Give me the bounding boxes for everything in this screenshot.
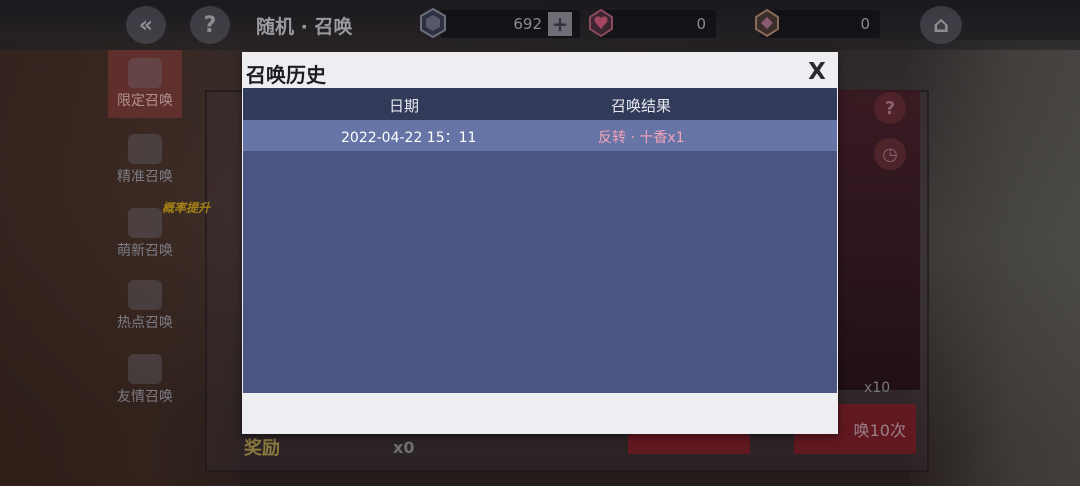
help-circle-icon[interactable]: ? xyxy=(874,92,906,124)
sidebar-item-limited[interactable]: 限定召唤 xyxy=(108,50,182,118)
scroll-icon xyxy=(128,208,162,238)
back-chevron-icon[interactable]: « xyxy=(126,6,166,44)
crystal-icon xyxy=(420,8,446,38)
close-icon: X xyxy=(808,59,826,85)
page-title: 随机 · 召唤 xyxy=(256,16,353,38)
sidebar-item-hot[interactable]: 热点召唤 xyxy=(108,272,182,340)
dialog-title: 召唤历史 xyxy=(246,63,326,87)
close-button[interactable]: X xyxy=(804,58,830,86)
coin-value: 0 xyxy=(860,15,870,33)
heart-value: 0 xyxy=(696,15,706,33)
home-icon[interactable]: ⌂ xyxy=(920,6,962,44)
sword-icon xyxy=(128,280,162,310)
column-header-result: 召唤结果 xyxy=(611,97,672,115)
plus-label: + xyxy=(551,12,569,36)
sidebar-item-label: 萌新召唤 xyxy=(117,243,173,259)
history-table: 日期 召唤结果 2022-04-22 15：11 反转 · 十香x1 xyxy=(243,88,837,393)
sidebar-item-precise[interactable]: 精准召唤 xyxy=(108,126,182,194)
heart-resource: 0 xyxy=(598,10,716,38)
sidebar-item-label: 精准召唤 xyxy=(117,169,173,185)
help-button[interactable]: ? xyxy=(190,6,230,44)
coin-gem-icon xyxy=(755,8,779,38)
sidebar-item-label: 热点召唤 xyxy=(117,315,173,331)
table-header: 日期 召唤结果 xyxy=(243,88,837,120)
hexagon-icon xyxy=(128,58,162,88)
sidebar-item-friendship[interactable]: 友情召唤 xyxy=(108,346,182,414)
crystal-value: 692 xyxy=(513,15,542,33)
ticket-count: x10 xyxy=(864,380,891,396)
table-row: 2022-04-22 15：11 反转 · 十香x1 xyxy=(243,120,837,151)
help-label: ? xyxy=(203,12,217,38)
probability-up-badge: 概率提升 xyxy=(162,201,211,215)
summon-history-dialog: 召唤历史 X 日期 召唤结果 2022-04-22 15：11 反转 · 十香x… xyxy=(242,52,838,434)
row-date: 2022-04-22 15：11 xyxy=(341,130,477,146)
card-icon xyxy=(128,134,162,164)
top-bar: « ? 随机 · 召唤 692 + 0 0 ⌂ xyxy=(0,0,1080,50)
heart-icon xyxy=(128,354,162,384)
reward-count: x0 xyxy=(393,438,415,457)
row-result: 反转 · 十香x1 xyxy=(598,130,685,146)
column-header-date: 日期 xyxy=(389,97,420,115)
add-crystal-button[interactable]: + xyxy=(548,12,572,36)
sidebar-item-label: 友情召唤 xyxy=(117,389,173,405)
reward-label: 奖励 xyxy=(244,438,280,459)
heart-gem-icon xyxy=(589,8,613,38)
sidebar-item-label: 限定召唤 xyxy=(117,93,173,109)
clock-icon[interactable]: ◷ xyxy=(874,138,906,170)
summon-ten-label: 唤10次 xyxy=(853,421,906,440)
